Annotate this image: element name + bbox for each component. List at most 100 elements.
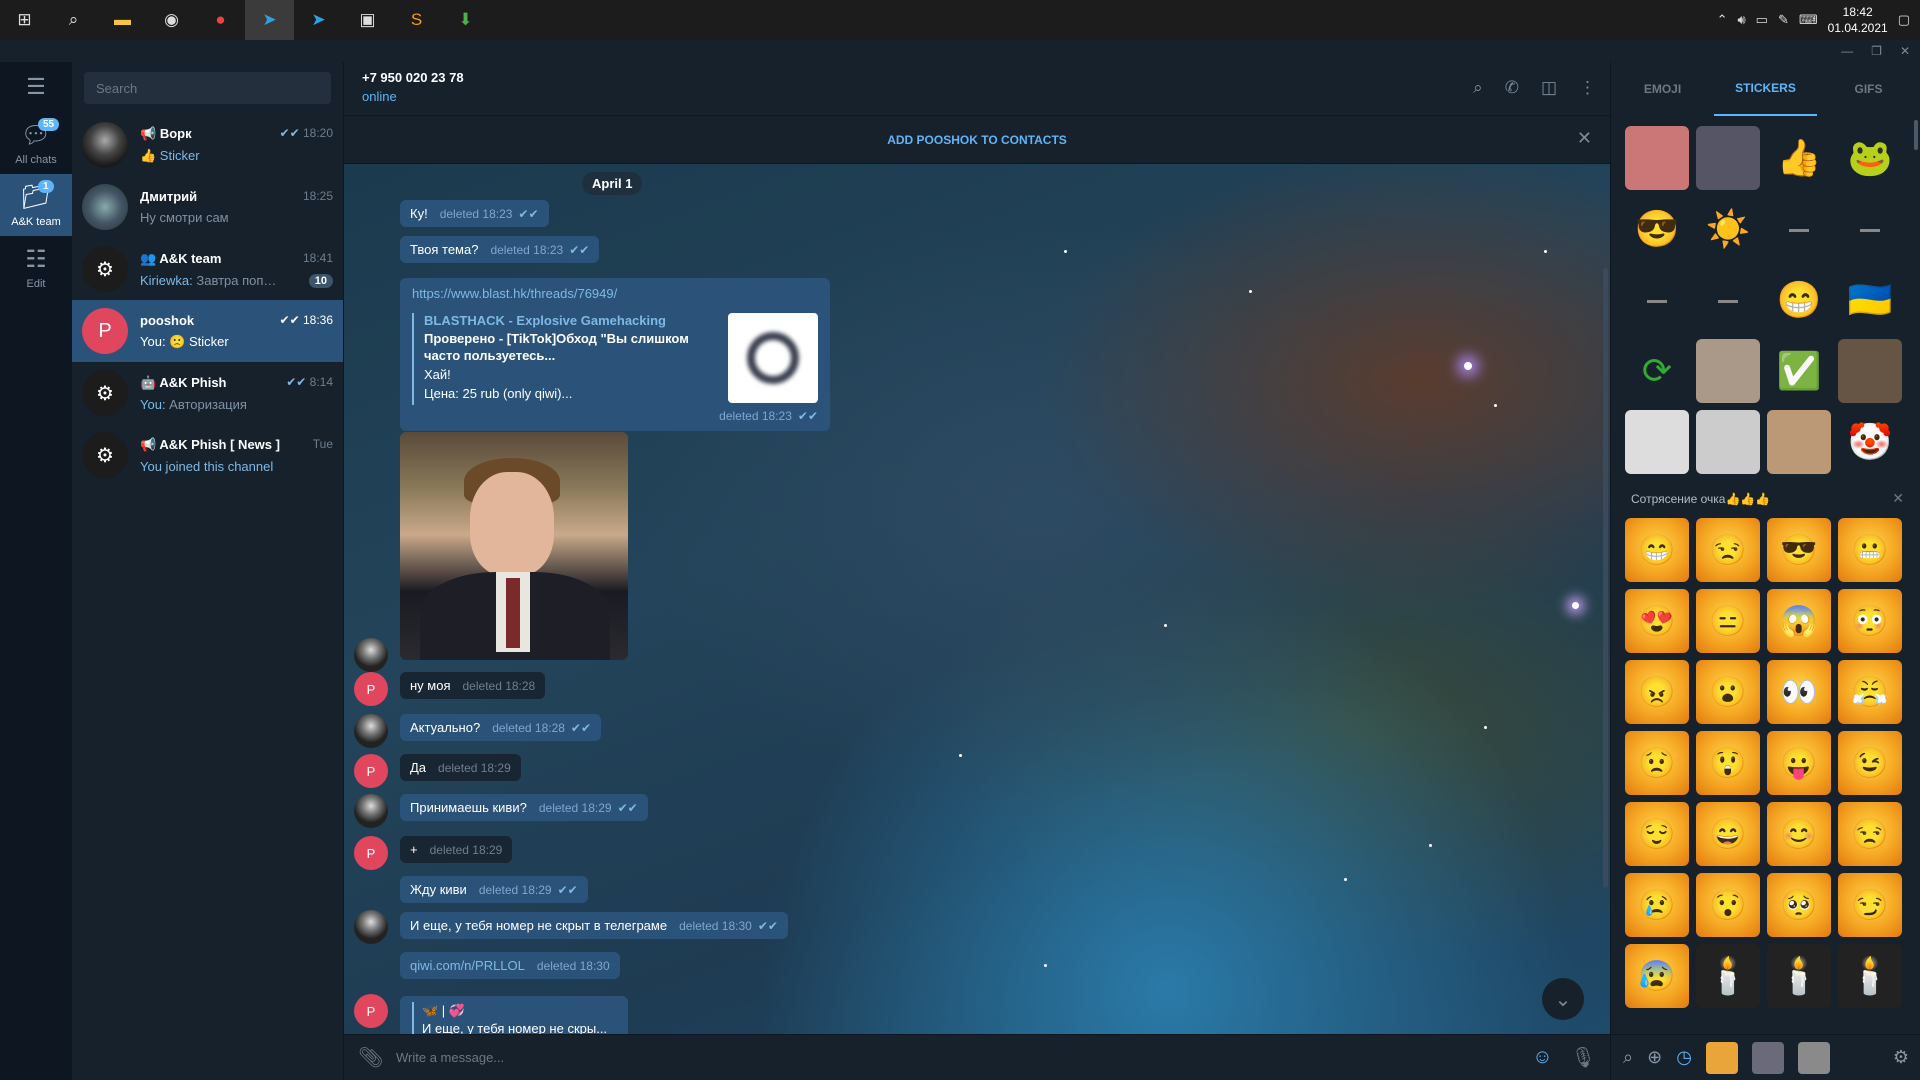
sticker-man[interactable] bbox=[1696, 126, 1760, 190]
scrollbar[interactable] bbox=[1603, 268, 1608, 888]
folder-ak-team[interactable]: 📁︎ 1 A&K team bbox=[0, 174, 72, 236]
attach-icon[interactable]: 📎︎ bbox=[358, 1045, 388, 1070]
smiley-sticker[interactable]: 😑 bbox=[1696, 589, 1760, 653]
sticker-frog[interactable]: 🐸 bbox=[1838, 126, 1902, 190]
sticker-text[interactable]: ▬▬ bbox=[1625, 268, 1689, 332]
sidebar-toggle-icon[interactable]: ◫ bbox=[1541, 78, 1557, 98]
download-icon[interactable]: ⬇ bbox=[441, 0, 490, 40]
close-window-icon[interactable]: ✕ bbox=[1900, 44, 1910, 58]
chevron-up-icon[interactable]: ⌃ bbox=[1717, 12, 1728, 28]
smiley-sticker[interactable]: 😠 bbox=[1625, 660, 1689, 724]
link-message[interactable]: https://www.blast.hk/threads/76949/ BLAS… bbox=[400, 278, 830, 431]
close-icon[interactable]: ✕ bbox=[1892, 490, 1904, 507]
maximize-icon[interactable]: ❐ bbox=[1871, 44, 1882, 58]
dialog-item[interactable]: ⚙︎ 👥 A&K team 18:41 Kiriewka: Завтра попр… bbox=[72, 238, 343, 300]
folder-edit[interactable]: ☷ Edit bbox=[0, 236, 72, 298]
sticker-text[interactable]: ▬▬ bbox=[1696, 268, 1760, 332]
message-bubble[interactable]: Жду киви deleted 18:29 ✔✔ bbox=[400, 876, 588, 903]
sticker-set-thumb[interactable] bbox=[1705, 1041, 1738, 1074]
candle-sticker[interactable]: 🕯️ bbox=[1838, 944, 1902, 1008]
message-bubble[interactable]: Да deleted 18:29 bbox=[400, 754, 521, 781]
smiley-sticker[interactable]: 😛 bbox=[1767, 731, 1831, 795]
smiley-sticker[interactable]: 😉 bbox=[1838, 731, 1902, 795]
message-link[interactable]: https://www.blast.hk/threads/76949/ bbox=[412, 286, 818, 301]
explorer-icon[interactable]: ▬ bbox=[98, 0, 147, 40]
message-bubble[interactable]: Принимаешь киви? deleted 18:29 ✔✔ bbox=[400, 794, 648, 821]
minimize-icon[interactable]: — bbox=[1841, 44, 1853, 58]
candle-sticker[interactable]: 🕯️ bbox=[1767, 944, 1831, 1008]
smiley-sticker[interactable]: 😎 bbox=[1767, 518, 1831, 582]
dialog-item-active[interactable]: P pooshok ✔✔ 18:36 You: 🙁 Sticker bbox=[72, 300, 343, 362]
smiley-sticker[interactable]: 👀 bbox=[1767, 660, 1831, 724]
avatar[interactable] bbox=[354, 638, 388, 672]
search-icon[interactable]: ⌕ bbox=[49, 0, 98, 40]
message-bubble[interactable]: Ку! deleted 18:23 ✔✔ bbox=[400, 200, 549, 227]
sticker-clown[interactable]: 🤡 bbox=[1838, 410, 1902, 474]
telegram-2-icon[interactable]: ➤ bbox=[294, 0, 343, 40]
tab-emoji[interactable]: EMOJI bbox=[1611, 62, 1714, 116]
sticker-cat4[interactable] bbox=[1767, 410, 1831, 474]
message-bubble[interactable]: Актуально? deleted 18:28 ✔✔ bbox=[400, 714, 602, 741]
folder-all-chats[interactable]: 💬︎ 55 All chats bbox=[0, 112, 72, 174]
smiley-sticker[interactable]: 😌 bbox=[1625, 802, 1689, 866]
sticker-cat3[interactable] bbox=[1696, 410, 1760, 474]
sticker-grin[interactable]: 😁 bbox=[1767, 268, 1831, 332]
more-icon[interactable]: ⋮ bbox=[1579, 78, 1596, 98]
sublime-icon[interactable]: S bbox=[392, 0, 441, 40]
smiley-sticker[interactable]: 😢 bbox=[1625, 873, 1689, 937]
sticker-meme[interactable] bbox=[1625, 410, 1689, 474]
call-icon[interactable]: ✆ bbox=[1505, 78, 1519, 98]
smiley-sticker[interactable]: 😟 bbox=[1625, 731, 1689, 795]
smiley-sticker[interactable]: 😊 bbox=[1767, 802, 1831, 866]
steam-icon[interactable]: ◉ bbox=[147, 0, 196, 40]
sticker-check[interactable]: ✅ bbox=[1767, 339, 1831, 403]
smiley-sticker[interactable]: 😄 bbox=[1696, 802, 1760, 866]
smiley-sticker[interactable]: 😒 bbox=[1838, 802, 1902, 866]
avatar[interactable]: P bbox=[354, 836, 388, 870]
network-icon[interactable]: ▭ bbox=[1756, 12, 1768, 28]
keyboard-icon[interactable]: ⌨ bbox=[1799, 12, 1818, 28]
message-bubble[interactable]: Твоя тема? deleted 18:23 ✔✔ bbox=[400, 236, 600, 263]
sticker-cat[interactable] bbox=[1625, 126, 1689, 190]
avatar[interactable]: P bbox=[354, 672, 388, 706]
dialog-item[interactable]: ⚙︎ 🤖 A&K Phish ✔✔ 8:14 You: Авторизация bbox=[72, 362, 343, 424]
smiley-sticker[interactable]: 😤 bbox=[1838, 660, 1902, 724]
sticker-text[interactable]: ▬▬ bbox=[1838, 197, 1902, 261]
hamburger-menu-icon[interactable]: ☰ bbox=[0, 62, 72, 112]
smiley-sticker[interactable]: 😱 bbox=[1767, 589, 1831, 653]
search-input[interactable]: Search bbox=[84, 72, 331, 104]
message-input[interactable] bbox=[396, 1050, 1515, 1065]
notifications-icon[interactable]: ▢ bbox=[1898, 12, 1910, 28]
sticker-card[interactable]: ⟳ bbox=[1625, 339, 1689, 403]
message-bubble[interactable]: И еще, у тебя номер не скрыт в телеграме… bbox=[400, 912, 788, 939]
avatar[interactable] bbox=[354, 714, 388, 748]
tab-stickers[interactable]: STICKERS bbox=[1714, 62, 1817, 116]
search-icon[interactable]: ⌕ bbox=[1623, 1047, 1633, 1068]
smiley-sticker[interactable]: 😰 bbox=[1625, 944, 1689, 1008]
sticker-sun[interactable]: ☀️ bbox=[1696, 197, 1760, 261]
sticker-cool[interactable]: 😎 bbox=[1625, 197, 1689, 261]
smiley-sticker[interactable]: 😯 bbox=[1696, 873, 1760, 937]
volume-icon[interactable]: 🔊︎ bbox=[1737, 12, 1745, 28]
candle-sticker[interactable]: 🕯️ bbox=[1696, 944, 1760, 1008]
smiley-sticker[interactable]: 😬 bbox=[1838, 518, 1902, 582]
sticker-face[interactable]: 👍 bbox=[1767, 126, 1831, 190]
sticker-hair[interactable] bbox=[1838, 339, 1902, 403]
search-icon[interactable]: ⌕ bbox=[1473, 78, 1483, 98]
add-icon[interactable]: ⊕ bbox=[1647, 1047, 1662, 1068]
smiley-sticker[interactable]: 😲 bbox=[1696, 731, 1760, 795]
avatar[interactable]: P bbox=[354, 754, 388, 788]
smiley-sticker[interactable]: 😮 bbox=[1696, 660, 1760, 724]
sticker-set-thumb[interactable] bbox=[1797, 1041, 1830, 1074]
clock[interactable]: 18:42 01.04.2021 bbox=[1828, 4, 1888, 36]
message-bubble[interactable]: qiwi.com/n/PRLLOL deleted 18:30 bbox=[400, 952, 620, 979]
emoji-icon[interactable]: ☺ bbox=[1532, 1046, 1552, 1069]
smiley-sticker[interactable]: 😒 bbox=[1696, 518, 1760, 582]
sticker-text[interactable]: ▬▬ bbox=[1767, 197, 1831, 261]
photo-message[interactable] bbox=[400, 432, 628, 660]
message-link[interactable]: qiwi.com/n/PRLLOL bbox=[410, 958, 525, 973]
message-bubble[interactable]: + deleted 18:29 bbox=[400, 836, 513, 863]
dialog-item[interactable]: Дмитрий 18:25 Ну смотри сам bbox=[72, 176, 343, 238]
chat-header[interactable]: +7 950 020 23 78 online ⌕ ✆ ◫ ⋮ bbox=[344, 62, 1610, 116]
scroll-down-button[interactable]: ⌄ bbox=[1542, 978, 1584, 1020]
